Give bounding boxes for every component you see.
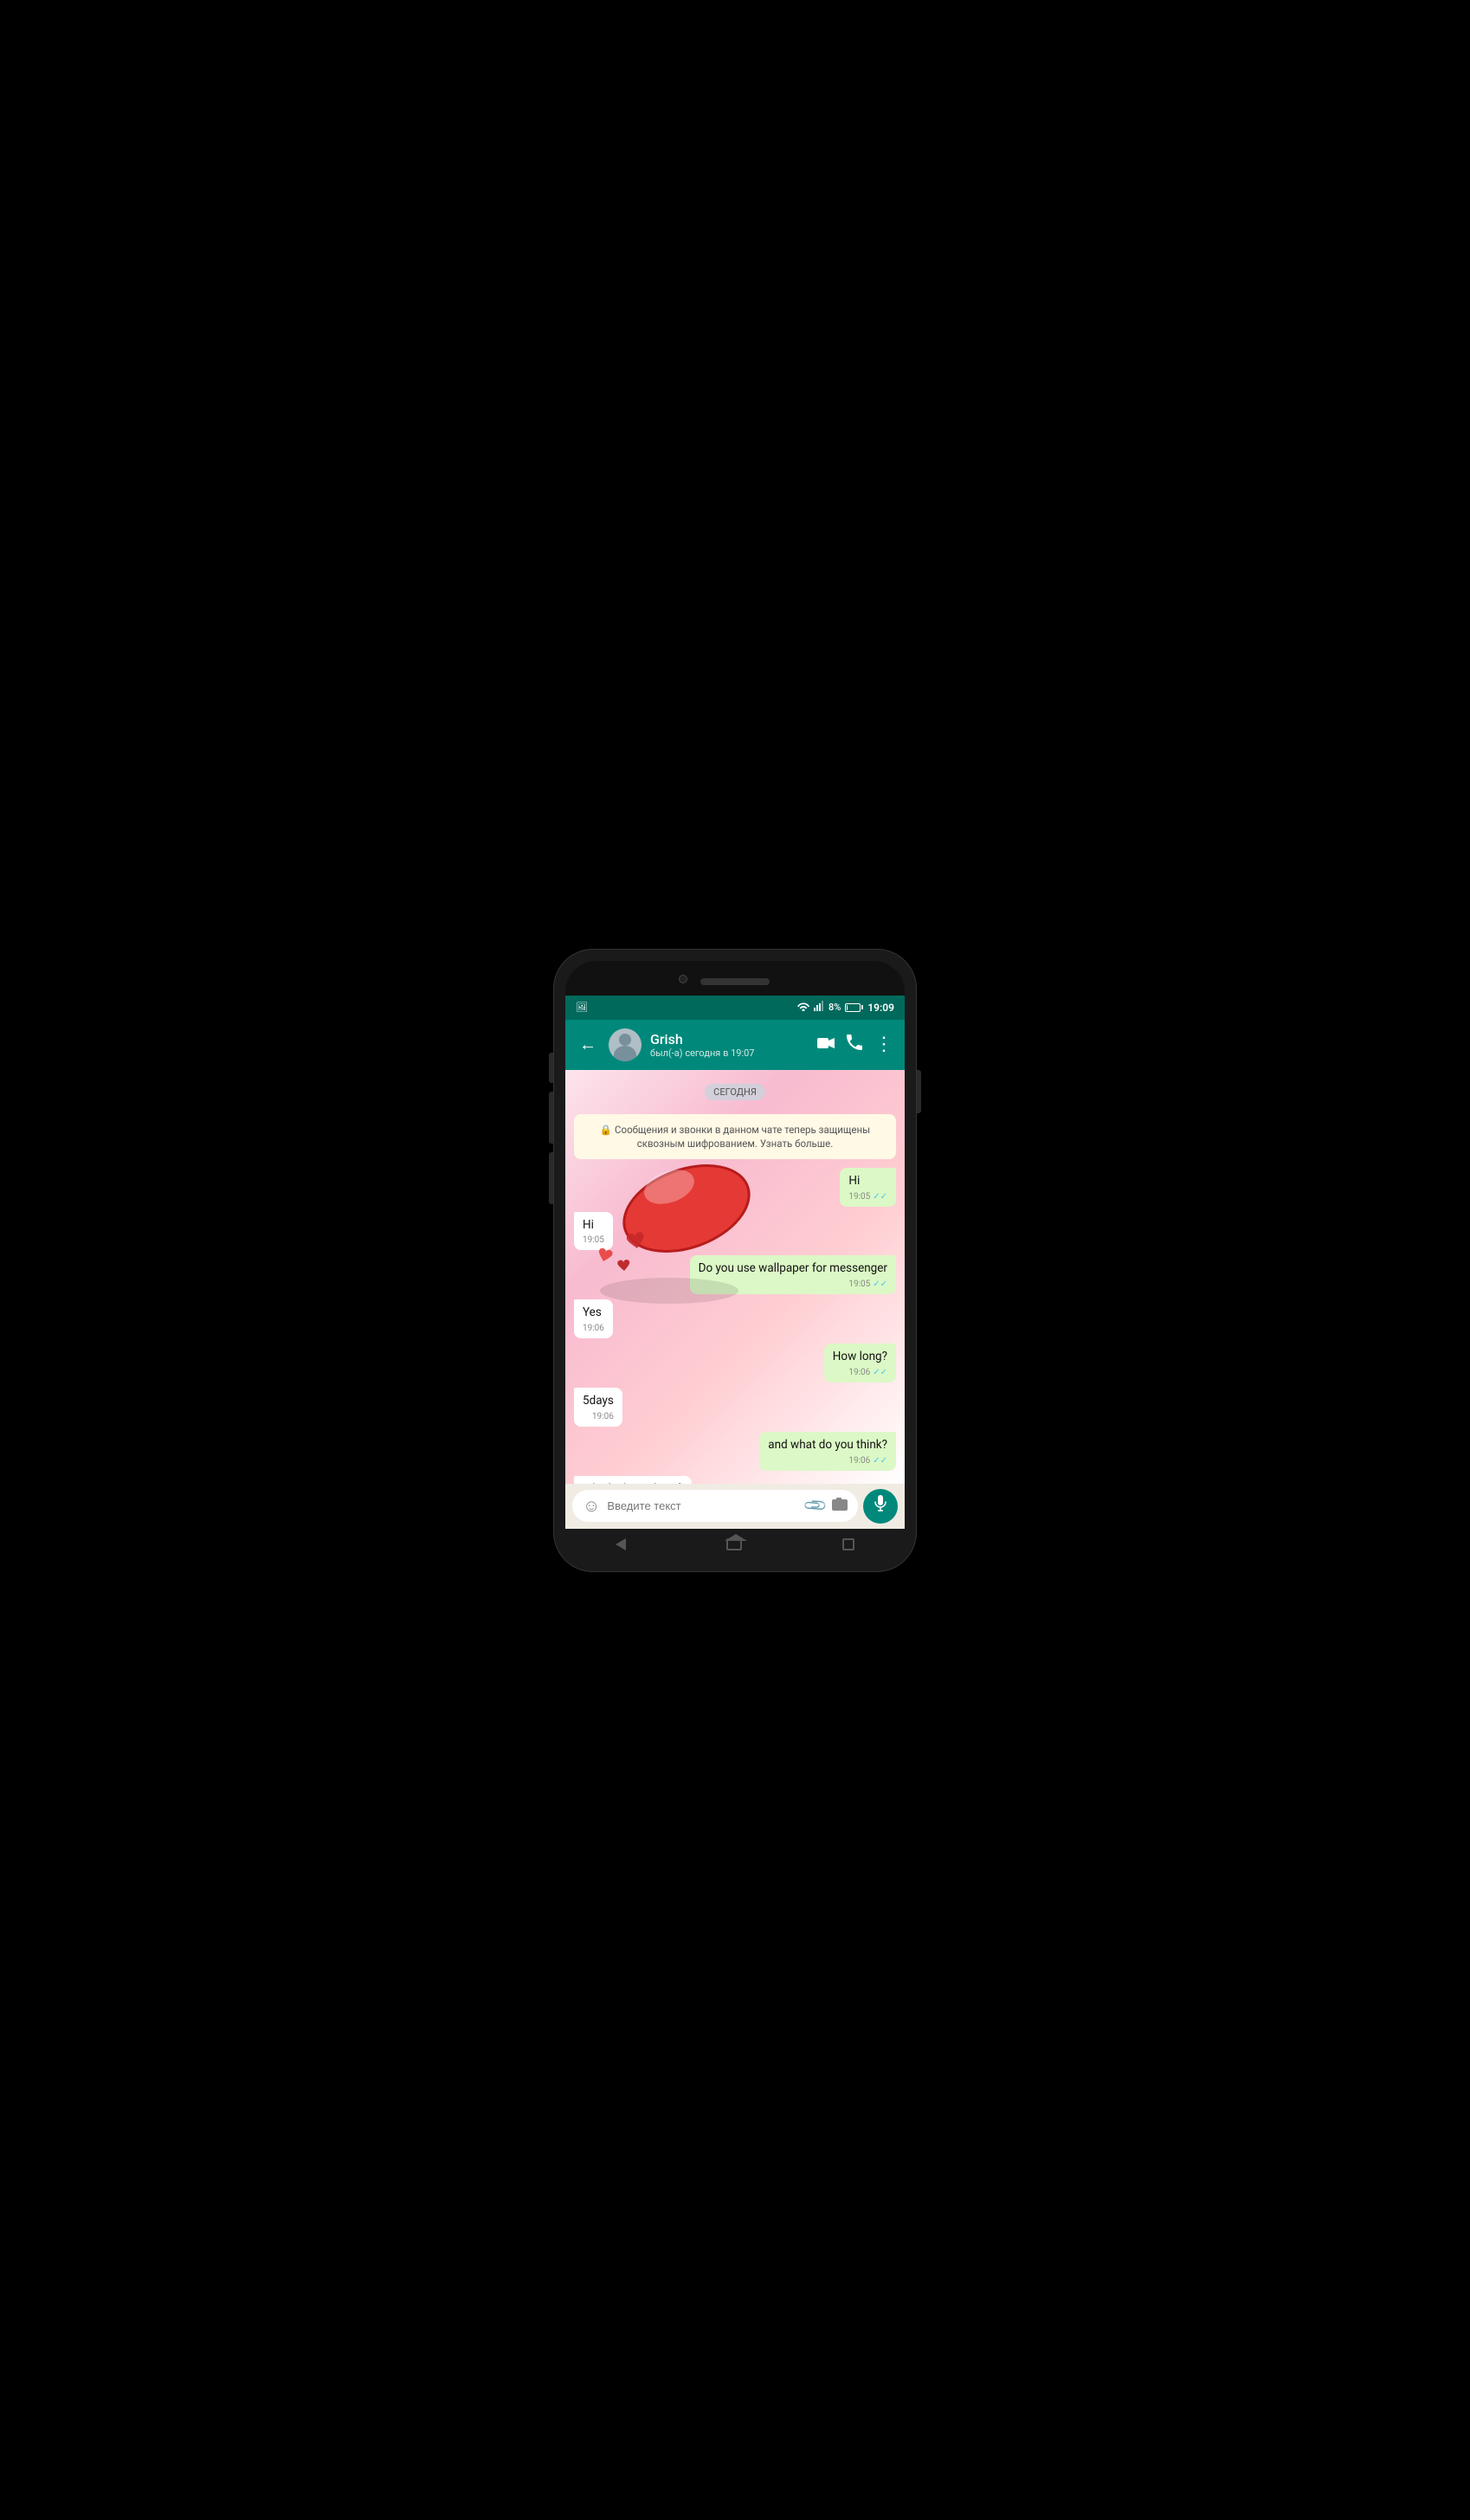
message-time: 19:06 [848, 1455, 870, 1467]
message-text: Yes [583, 1305, 602, 1319]
status-right: 8% 19:09 [797, 1001, 894, 1014]
front-camera [679, 975, 687, 983]
avatar [609, 1028, 642, 1061]
message-bubble: Do you use wallpaper for messenger 19:05… [690, 1255, 896, 1294]
volume-up-button [549, 1053, 553, 1083]
message-text: How long? [833, 1350, 887, 1363]
silent-button [549, 1152, 553, 1204]
message-bubble: I think it's cool app) 19:07 [574, 1476, 692, 1484]
status-bar: 🖼 [565, 996, 905, 1020]
message-row: I think it's cool app) 19:07 [574, 1476, 896, 1484]
message-meta: 19:05 [583, 1234, 604, 1247]
message-text: Hi [583, 1218, 594, 1232]
message-row: Do you use wallpaper for messenger 19:05… [574, 1255, 896, 1294]
message-meta: 19:05 ✓✓ [848, 1191, 887, 1203]
message-bubble: Hi 19:05 [574, 1212, 613, 1251]
phone-device: 🖼 [553, 949, 917, 1572]
date-divider: СЕГОДНЯ [574, 1082, 896, 1100]
phone-call-icon[interactable] [847, 1034, 862, 1054]
recents-nav-icon[interactable] [842, 1538, 854, 1550]
message-text: Hi [848, 1174, 860, 1188]
message-row: Hi 19:05 ✓✓ [574, 1168, 896, 1207]
emoji-button[interactable]: ☺ [583, 1495, 600, 1517]
message-input[interactable] [607, 1499, 798, 1512]
message-text: Do you use wallpaper for messenger [699, 1261, 887, 1275]
read-receipt-icon: ✓✓ [873, 1191, 887, 1203]
bottom-nav [565, 1529, 905, 1560]
more-options-icon[interactable]: ⋮ [874, 1034, 894, 1055]
message-row: 5days 19:06 [574, 1388, 896, 1427]
contact-status: был(-а) сегодня в 19:07 [650, 1047, 809, 1059]
message-text: 5days [583, 1394, 614, 1408]
message-text: I think it's cool app) [583, 1482, 683, 1484]
message-row: Yes 19:06 [574, 1299, 896, 1338]
message-bubble: 5days 19:06 [574, 1388, 622, 1427]
voice-message-button[interactable] [863, 1489, 898, 1524]
encryption-notice: 🔒 Сообщения и звонки в данном чате тепер… [574, 1114, 896, 1159]
photo-notification-icon: 🖼 [576, 1002, 588, 1013]
back-button[interactable]: ← [576, 1030, 600, 1059]
screen-content: 🖼 [565, 996, 905, 1560]
message-meta: 19:05 ✓✓ [699, 1279, 887, 1291]
message-time: 19:06 [848, 1367, 870, 1379]
message-time: 19:05 [583, 1234, 604, 1247]
message-bubble: Hi 19:05 ✓✓ [840, 1168, 896, 1207]
chat-area: СЕГОДНЯ 🔒 Сообщения и звонки в данном ча… [565, 1070, 905, 1484]
home-nav-icon[interactable] [726, 1538, 742, 1550]
camera-button[interactable] [832, 1497, 848, 1515]
earpiece-speaker [700, 978, 770, 985]
message-bubble: Yes 19:06 [574, 1299, 613, 1338]
message-meta: 19:06 ✓✓ [833, 1367, 887, 1379]
app-bar: ← Grish был(-а) сегодня в 19:07 [565, 1020, 905, 1070]
read-receipt-icon: ✓✓ [873, 1279, 887, 1291]
message-time: 19:05 [848, 1279, 870, 1291]
phone-screen: 🖼 [565, 961, 905, 1560]
message-row: How long? 19:06 ✓✓ [574, 1344, 896, 1382]
message-row: Hi 19:05 [574, 1212, 896, 1251]
time-display: 19:09 [867, 1002, 894, 1014]
input-wrapper: ☺ 📎 [572, 1490, 858, 1522]
message-time: 19:05 [848, 1191, 870, 1203]
contact-name: Grish [650, 1031, 809, 1047]
battery-percent: 8% [828, 1002, 841, 1013]
message-bubble: and what do you think? 19:06 ✓✓ [759, 1432, 896, 1471]
message-time: 19:06 [592, 1411, 614, 1423]
app-bar-actions: ⋮ [817, 1034, 894, 1055]
read-receipt-icon: ✓✓ [873, 1455, 887, 1467]
chat-content: СЕГОДНЯ 🔒 Сообщения и звонки в данном ча… [574, 1077, 896, 1484]
read-receipt-icon: ✓✓ [873, 1367, 887, 1379]
input-bar: ☺ 📎 [565, 1484, 905, 1529]
message-meta: 19:06 [583, 1323, 604, 1335]
message-time: 19:06 [583, 1323, 604, 1335]
back-nav-icon[interactable] [616, 1538, 626, 1550]
status-left: 🖼 [576, 1002, 588, 1013]
message-bubble: How long? 19:06 ✓✓ [824, 1344, 896, 1382]
message-text: and what do you think? [768, 1438, 887, 1452]
video-call-icon[interactable] [817, 1035, 835, 1054]
signal-icon [814, 1001, 824, 1014]
volume-down-button [549, 1092, 553, 1144]
date-badge: СЕГОДНЯ [705, 1084, 765, 1100]
wifi-icon [797, 1001, 809, 1014]
battery-icon [845, 1003, 863, 1012]
microphone-icon [874, 1495, 887, 1517]
power-button [917, 1070, 921, 1113]
attach-button[interactable]: 📎 [802, 1492, 828, 1519]
message-row: and what do you think? 19:06 ✓✓ [574, 1432, 896, 1471]
contact-info: Grish был(-а) сегодня в 19:07 [650, 1031, 809, 1059]
message-meta: 19:06 [583, 1411, 614, 1423]
message-meta: 19:06 ✓✓ [768, 1455, 887, 1467]
